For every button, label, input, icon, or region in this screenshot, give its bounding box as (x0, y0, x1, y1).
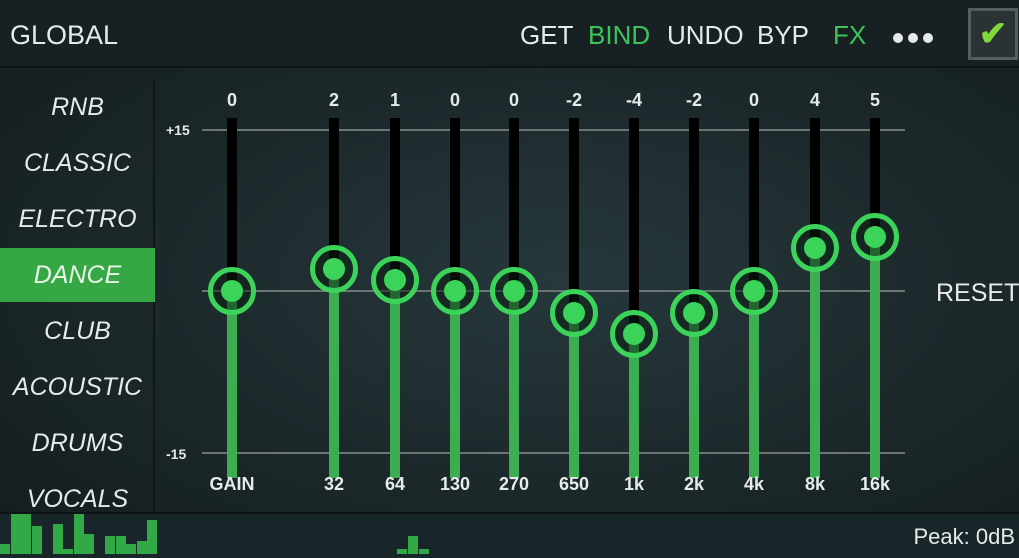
slider-knob[interactable] (851, 213, 899, 262)
slider-knob[interactable] (610, 310, 658, 359)
preset-acoustic[interactable]: ACOUSTIC (0, 360, 155, 414)
slider-fill (569, 312, 579, 478)
slider-knob[interactable] (670, 288, 718, 337)
scale-max-label: +15 (166, 122, 190, 138)
band-label: GAIN (209, 474, 255, 494)
slider-fill (749, 291, 759, 478)
spectrum-bar (147, 519, 157, 554)
slider-fill (227, 291, 237, 478)
band-value: -4 (625, 90, 642, 110)
slider-knob[interactable] (490, 267, 538, 315)
gridline-max (202, 129, 905, 131)
band-label: 16k (859, 474, 891, 494)
band-label: 8k (804, 474, 826, 494)
band-label: 270 (498, 474, 530, 494)
preset-club[interactable]: CLUB (0, 304, 155, 358)
checkmark-icon: ✔ (978, 15, 1008, 53)
spectrum-bar (73, 513, 84, 554)
band-value: 0 (449, 90, 460, 110)
spectrum-bar (397, 549, 407, 554)
slider-fill (329, 269, 339, 478)
spectrum-bar (52, 523, 63, 554)
band-value: 0 (508, 90, 519, 110)
band-label: 32 (323, 474, 345, 494)
band-label: 1k (623, 474, 645, 494)
slider-track[interactable] (870, 118, 880, 478)
band-label: 64 (384, 474, 406, 494)
band-value: 2 (328, 90, 339, 110)
slider-fill (450, 291, 460, 478)
spectrum-bar (84, 534, 94, 554)
equalizer-app: GLOBAL GET BIND UNDO BYP FX ✔ RNB CLASSIC… (0, 0, 1019, 558)
spectrum-bar (10, 513, 21, 554)
slider-track[interactable] (629, 118, 639, 478)
peak-readout: Peak: 0dB (913, 524, 1015, 549)
undo-button[interactable]: UNDO (667, 20, 744, 51)
preset-dance[interactable]: DANCE (0, 248, 155, 302)
slider-fill (390, 280, 400, 478)
reset-button[interactable]: RESET (936, 279, 1019, 308)
band-label: 650 (558, 474, 590, 494)
header-bar: GLOBAL GET BIND UNDO BYP FX ✔ (0, 0, 1019, 68)
slider-knob[interactable] (310, 245, 358, 294)
preset-electro[interactable]: ELECTRO (0, 192, 155, 246)
confirm-button[interactable]: ✔ (968, 8, 1018, 60)
spectrum-analyzer: Peak: 0dB (0, 512, 1019, 558)
band-value: -2 (565, 90, 582, 110)
spectrum-bar (63, 549, 73, 554)
gridline-min (202, 452, 905, 454)
slider-fill (810, 247, 820, 478)
spectrum-bar (136, 540, 147, 554)
band-value: 0 (748, 90, 759, 110)
band-value: 0 (226, 90, 237, 110)
page-title: GLOBAL (10, 20, 119, 50)
slider-knob[interactable] (431, 267, 479, 315)
slider-knob[interactable] (371, 256, 419, 305)
slider-fill (689, 312, 699, 478)
spectrum-bar (408, 536, 418, 554)
band-value: 1 (389, 90, 400, 110)
preset-classic[interactable]: CLASSIC (0, 136, 155, 190)
spectrum-bar (115, 536, 126, 554)
band-label: 4k (743, 474, 765, 494)
slider-track[interactable] (329, 118, 339, 478)
band-label: 130 (439, 474, 471, 494)
spectrum-bar (31, 526, 42, 554)
slider-fill (509, 291, 519, 478)
bypass-button[interactable]: BYP (757, 20, 809, 51)
band-value: 4 (809, 90, 820, 110)
preset-list: RNB CLASSIC ELECTRO DANCE CLUB ACOUSTIC DRUMS V… (0, 80, 155, 520)
preset-drums[interactable]: DRUMS (0, 416, 155, 470)
slider-fill (870, 237, 880, 478)
band-value: 5 (869, 90, 880, 110)
gridline-zero (202, 290, 905, 292)
slider-knob[interactable] (791, 223, 839, 272)
slider-knob[interactable] (550, 288, 598, 337)
spectrum-bar (0, 544, 10, 554)
bind-button[interactable]: BIND (588, 20, 650, 51)
spectrum-bar (21, 513, 31, 554)
preset-rnb[interactable]: RNB (0, 80, 155, 134)
slider-knob[interactable] (730, 267, 778, 315)
get-button[interactable]: GET (520, 20, 573, 51)
spectrum-bar (126, 544, 136, 554)
slider-track[interactable] (810, 118, 820, 478)
spectrum-bar (419, 549, 429, 554)
more-dots-icon[interactable] (893, 33, 933, 43)
band-value: -2 (685, 90, 702, 110)
spectrum-bar (105, 536, 115, 554)
fx-button[interactable]: FX (833, 20, 866, 51)
slider-knob[interactable] (208, 267, 256, 315)
band-label: 2k (683, 474, 705, 494)
scale-min-label: -15 (166, 446, 187, 462)
